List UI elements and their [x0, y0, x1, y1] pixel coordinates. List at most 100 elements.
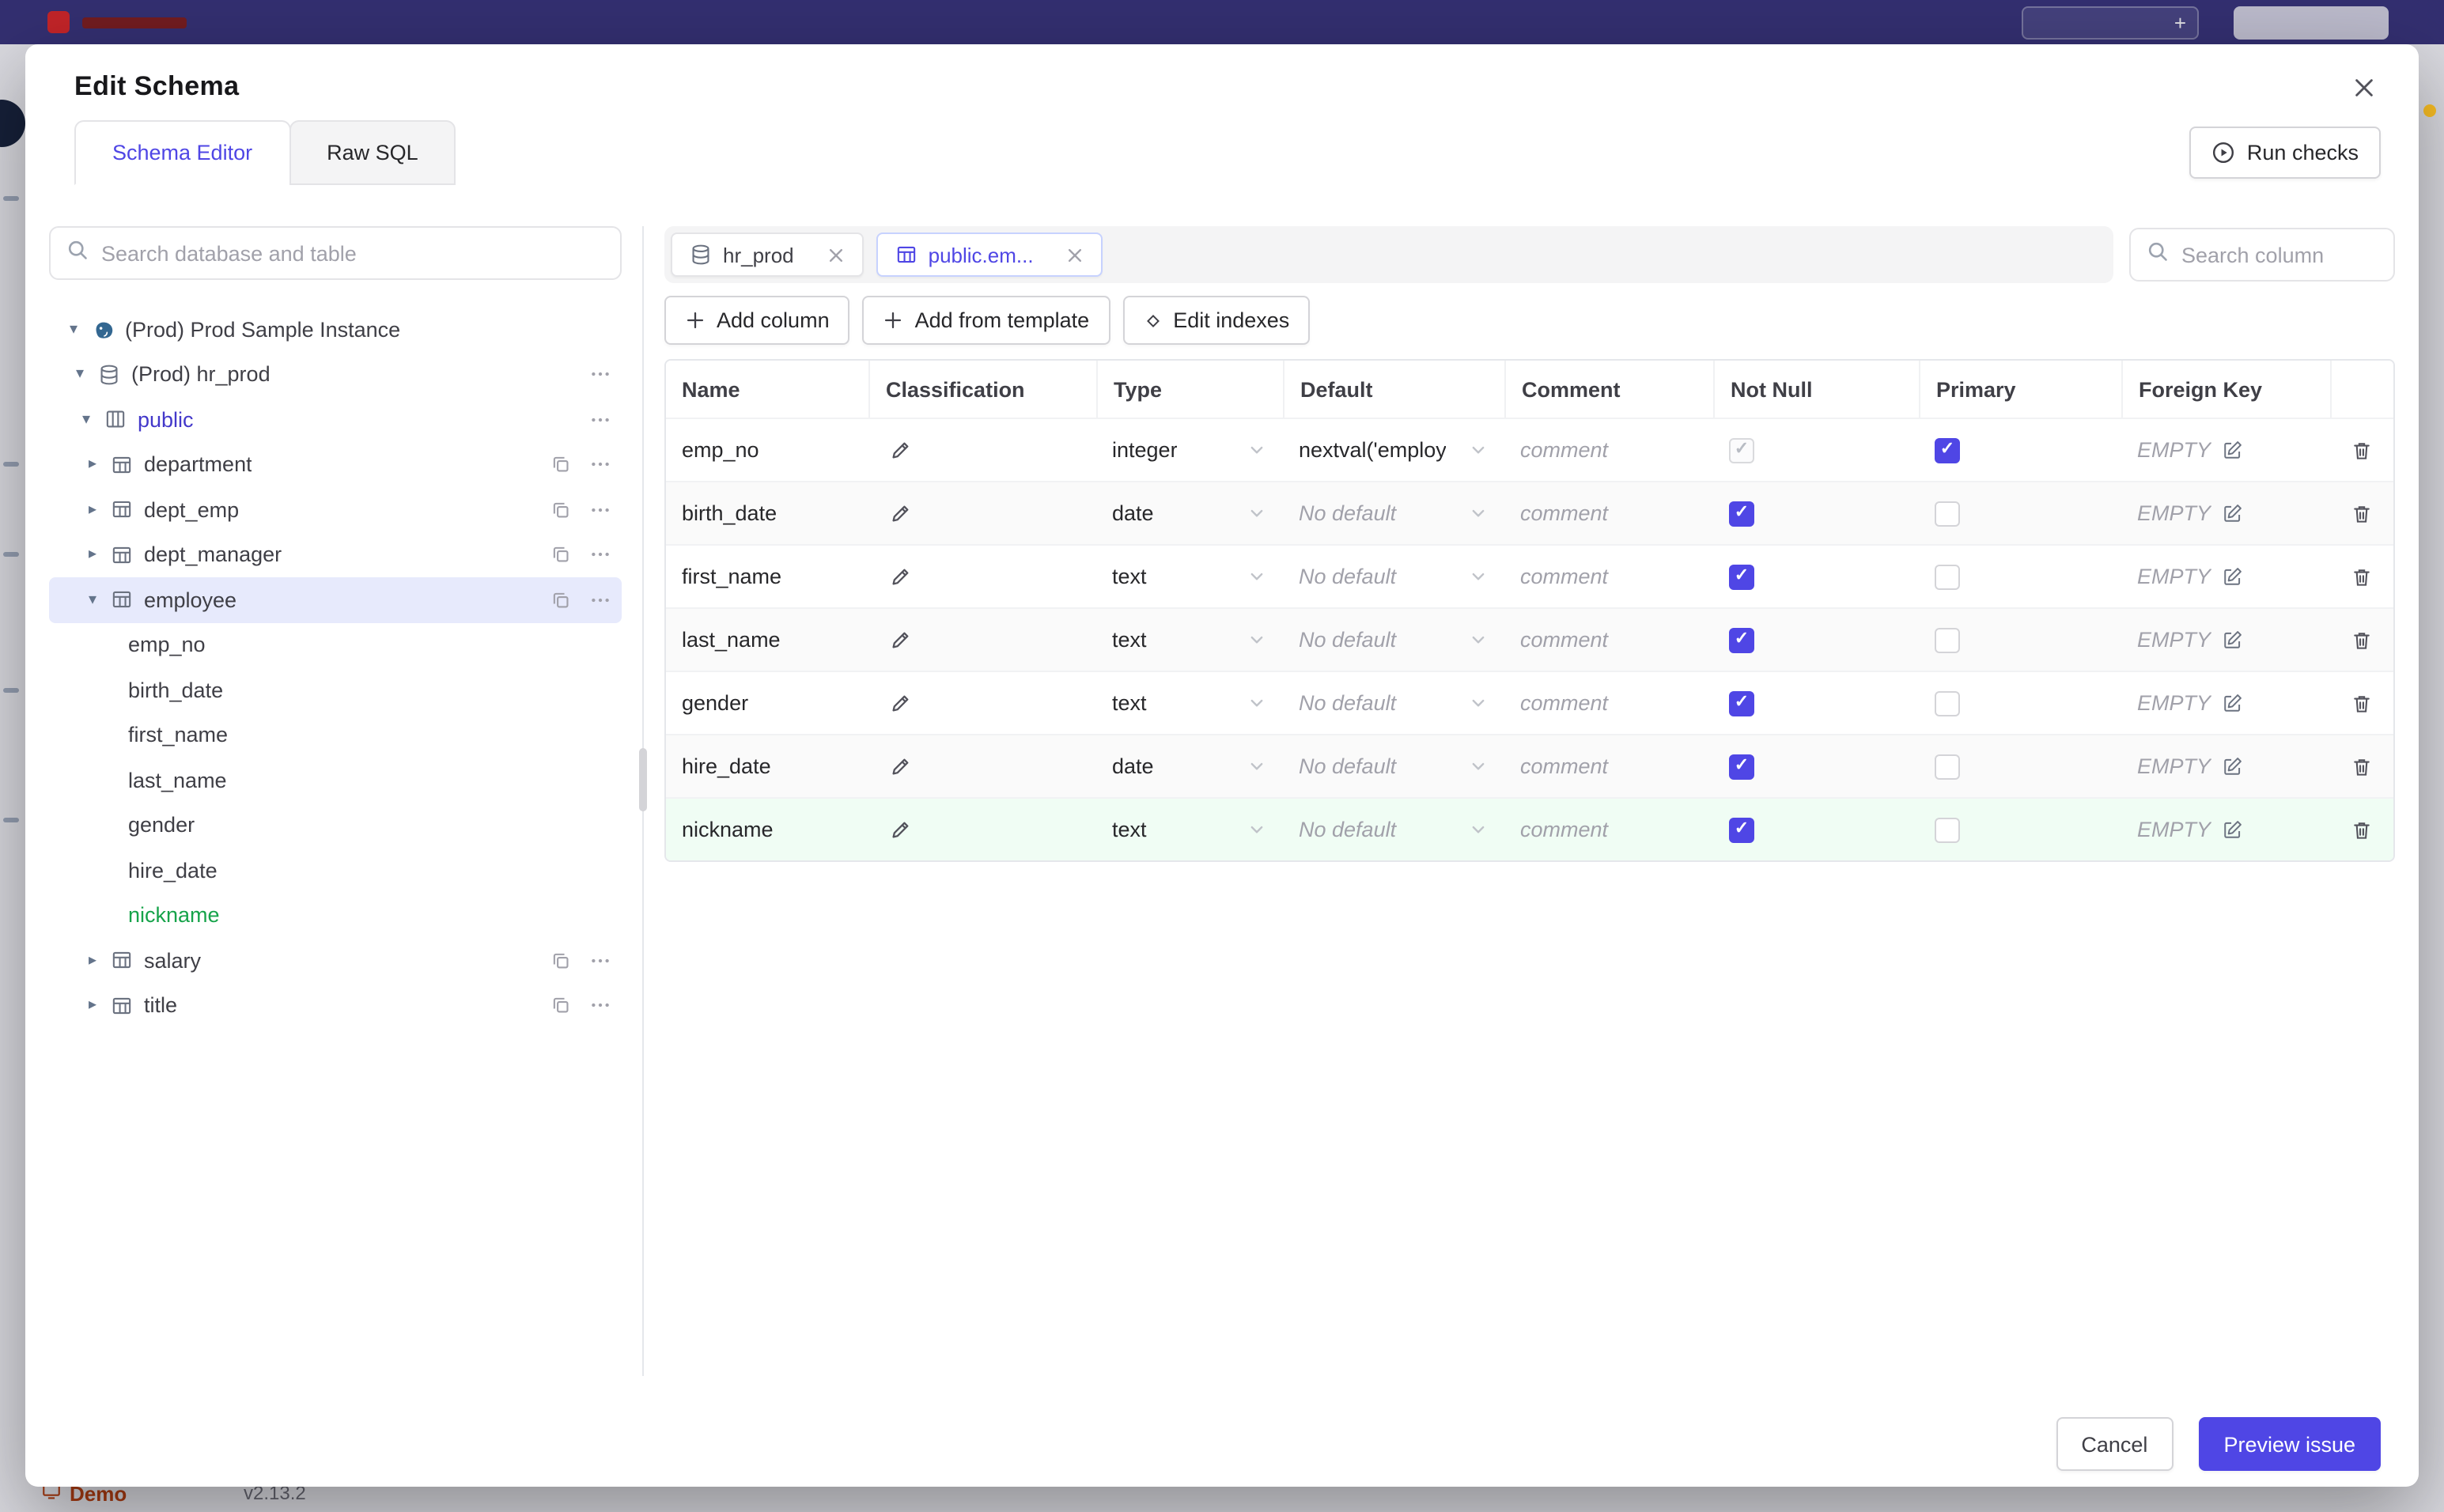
caret-icon[interactable]: ▾	[82, 411, 104, 429]
close-icon[interactable]	[2343, 66, 2384, 108]
default-select[interactable]: No default	[1283, 482, 1504, 544]
delete-row-icon[interactable]	[2351, 755, 2373, 777]
copy-icon[interactable]	[550, 500, 571, 520]
comment-cell[interactable]: comment	[1504, 546, 1713, 607]
copy-icon[interactable]	[550, 590, 571, 610]
not-null-checkbox[interactable]	[1729, 690, 1754, 716]
close-chip-icon[interactable]	[827, 246, 845, 263]
caret-icon[interactable]: ▸	[89, 952, 111, 970]
column-name-cell[interactable]: hire_date	[666, 735, 868, 797]
chip-table[interactable]: public.em...	[876, 232, 1103, 277]
comment-cell[interactable]: comment	[1504, 799, 1713, 860]
type-select[interactable]: integer	[1096, 419, 1283, 481]
default-select[interactable]: nextval('employ	[1283, 419, 1504, 481]
copy-icon[interactable]	[550, 545, 571, 565]
type-select[interactable]: date	[1096, 735, 1283, 797]
column-name-cell[interactable]: birth_date	[666, 482, 868, 544]
tab-schema-editor[interactable]: Schema Editor	[74, 120, 291, 185]
tree-item[interactable]: nickname	[49, 893, 622, 938]
delete-row-icon[interactable]	[2351, 565, 2373, 588]
tree-item[interactable]: ▾ public	[49, 397, 622, 442]
tree-item[interactable]: ▸ salary	[49, 938, 622, 983]
comment-cell[interactable]: comment	[1504, 609, 1713, 671]
column-name-cell[interactable]: last_name	[666, 609, 868, 671]
tree-item[interactable]: hire_date	[49, 848, 622, 893]
comment-cell[interactable]: comment	[1504, 672, 1713, 734]
type-select[interactable]: text	[1096, 799, 1283, 860]
database-search-input[interactable]	[101, 241, 604, 265]
comment-cell[interactable]: comment	[1504, 482, 1713, 544]
edit-classification-icon[interactable]	[889, 755, 911, 777]
edit-classification-icon[interactable]	[889, 818, 911, 841]
edit-classification-icon[interactable]	[889, 439, 911, 461]
not-null-checkbox[interactable]	[1729, 564, 1754, 589]
tree-item[interactable]: ▸ department	[49, 442, 622, 487]
type-select[interactable]: text	[1096, 546, 1283, 607]
more-icon[interactable]	[588, 498, 612, 522]
default-select[interactable]: No default	[1283, 672, 1504, 734]
caret-icon[interactable]: ▸	[89, 546, 111, 564]
copy-icon[interactable]	[550, 951, 571, 971]
default-select[interactable]: No default	[1283, 799, 1504, 860]
copy-icon[interactable]	[550, 996, 571, 1016]
tree-item[interactable]: emp_no	[49, 622, 622, 667]
caret-icon[interactable]: ▸	[89, 456, 111, 474]
more-icon[interactable]	[588, 949, 612, 973]
default-select[interactable]: No default	[1283, 735, 1504, 797]
edit-foreign-key-icon[interactable]	[2222, 693, 2242, 713]
caret-icon[interactable]: ▾	[76, 366, 98, 384]
more-icon[interactable]	[588, 588, 612, 612]
tree-item[interactable]: last_name	[49, 758, 622, 803]
not-null-checkbox[interactable]	[1729, 437, 1754, 463]
add-column-button[interactable]: Add column	[664, 296, 850, 345]
edit-foreign-key-icon[interactable]	[2222, 503, 2242, 524]
tree-item[interactable]: ▸ dept_manager	[49, 532, 622, 577]
comment-cell[interactable]: comment	[1504, 419, 1713, 481]
more-icon[interactable]	[588, 408, 612, 432]
close-chip-icon[interactable]	[1067, 246, 1084, 263]
chip-database[interactable]: hr_prod	[671, 232, 864, 277]
tree-item[interactable]: ▾ employee	[49, 577, 622, 622]
primary-checkbox[interactable]	[1935, 817, 1960, 842]
not-null-checkbox[interactable]	[1729, 754, 1754, 779]
column-name-cell[interactable]: gender	[666, 672, 868, 734]
primary-checkbox[interactable]	[1935, 437, 1960, 463]
edit-classification-icon[interactable]	[889, 692, 911, 714]
delete-row-icon[interactable]	[2351, 818, 2373, 841]
primary-checkbox[interactable]	[1935, 564, 1960, 589]
tree-item[interactable]: first_name	[49, 713, 622, 758]
add-from-template-button[interactable]: Add from template	[862, 296, 1110, 345]
type-select[interactable]: text	[1096, 609, 1283, 671]
edit-classification-icon[interactable]	[889, 502, 911, 524]
delete-row-icon[interactable]	[2351, 439, 2373, 461]
tree-item[interactable]: ▸ title	[49, 983, 622, 1028]
tree-item[interactable]: ▾ (Prod) hr_prod	[49, 352, 622, 397]
panel-resize-handle[interactable]	[639, 748, 647, 811]
not-null-checkbox[interactable]	[1729, 817, 1754, 842]
copy-icon[interactable]	[550, 455, 571, 475]
comment-cell[interactable]: comment	[1504, 735, 1713, 797]
tree-item[interactable]: ▾ (Prod) Prod Sample Instance	[49, 307, 622, 352]
delete-row-icon[interactable]	[2351, 692, 2373, 714]
column-name-cell[interactable]: emp_no	[666, 419, 868, 481]
default-select[interactable]: No default	[1283, 546, 1504, 607]
edit-foreign-key-icon[interactable]	[2222, 629, 2242, 650]
column-search-input[interactable]	[2181, 243, 2378, 266]
column-name-cell[interactable]: first_name	[666, 546, 868, 607]
type-select[interactable]: text	[1096, 672, 1283, 734]
edit-indexes-button[interactable]: Edit indexes	[1122, 296, 1311, 345]
edit-foreign-key-icon[interactable]	[2222, 819, 2242, 840]
edit-foreign-key-icon[interactable]	[2222, 566, 2242, 587]
default-select[interactable]: No default	[1283, 609, 1504, 671]
cancel-button[interactable]: Cancel	[2056, 1417, 2173, 1471]
primary-checkbox[interactable]	[1935, 690, 1960, 716]
edit-classification-icon[interactable]	[889, 629, 911, 651]
tree-item[interactable]: birth_date	[49, 667, 622, 713]
tree-item[interactable]: gender	[49, 803, 622, 848]
delete-row-icon[interactable]	[2351, 502, 2373, 524]
primary-checkbox[interactable]	[1935, 754, 1960, 779]
run-checks-button[interactable]: Run checks	[2189, 127, 2381, 179]
not-null-checkbox[interactable]	[1729, 501, 1754, 526]
not-null-checkbox[interactable]	[1729, 627, 1754, 652]
caret-icon[interactable]: ▸	[89, 501, 111, 519]
